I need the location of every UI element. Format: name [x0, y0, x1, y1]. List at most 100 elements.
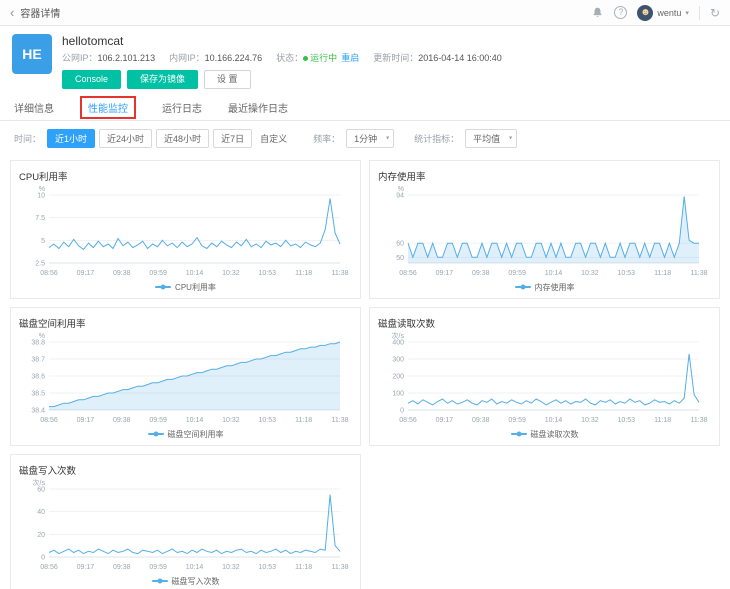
- back-icon[interactable]: ‹: [10, 6, 14, 19]
- svg-text:10:53: 10:53: [258, 417, 276, 424]
- status-dot-icon: [303, 56, 308, 61]
- svg-text:09:59: 09:59: [149, 270, 167, 277]
- chart-legend[interactable]: 磁盘空间利用率: [19, 429, 352, 440]
- help-icon[interactable]: ?: [614, 6, 627, 19]
- tab-2[interactable]: 运行日志: [162, 100, 202, 115]
- chart-legend[interactable]: 内存使用率: [378, 282, 711, 293]
- page-title: 容器详情: [20, 5, 60, 20]
- chart-legend[interactable]: 磁盘读取次数: [378, 429, 711, 440]
- svg-text:08:56: 08:56: [40, 564, 58, 571]
- svg-text:100: 100: [392, 390, 404, 397]
- svg-text:09:38: 09:38: [472, 270, 490, 277]
- chart-title: CPU利用率: [19, 169, 352, 183]
- svg-text:09:59: 09:59: [508, 417, 526, 424]
- legend-label: 磁盘读取次数: [531, 429, 579, 440]
- chart-title: 磁盘写入次数: [19, 463, 352, 477]
- chart-legend[interactable]: CPU利用率: [19, 282, 352, 293]
- updated-time: 更新时间：2016-04-14 16:00:40: [373, 51, 502, 64]
- chart-legend[interactable]: 磁盘写入次数: [19, 576, 352, 587]
- svg-text:09:38: 09:38: [113, 270, 131, 277]
- metric-label: 统计指标：: [414, 132, 459, 145]
- user-menu[interactable]: ☻ wentu ▾: [637, 5, 689, 21]
- svg-text:09:59: 09:59: [508, 270, 526, 277]
- restart-link[interactable]: 重启: [341, 53, 359, 63]
- instance-info-row: 公网IP：106.2.101.213 内网IP：10.166.224.76 状态…: [62, 51, 502, 64]
- settings-button[interactable]: 设 置: [204, 70, 251, 89]
- svg-text:10:32: 10:32: [222, 270, 240, 277]
- svg-text:7.5: 7.5: [35, 215, 45, 222]
- svg-text:10:32: 10:32: [581, 417, 599, 424]
- svg-text:38.5: 38.5: [31, 390, 45, 397]
- legend-line-icon: [152, 580, 168, 582]
- custom-range-link[interactable]: 自定义: [260, 132, 287, 145]
- svg-text:11:38: 11:38: [332, 270, 349, 277]
- svg-text:10:14: 10:14: [186, 417, 204, 424]
- legend-line-icon: [515, 286, 531, 288]
- time-range-pill-1[interactable]: 近24小时: [99, 129, 152, 148]
- tab-1[interactable]: 性能监控: [80, 96, 136, 119]
- frequency-label: 频率：: [313, 132, 340, 145]
- legend-label: 磁盘空间利用率: [168, 429, 224, 440]
- filter-bar: 时间： 近1小时近24小时近48小时近7日 自定义 频率： 1分钟▾ 统计指标：…: [0, 121, 730, 156]
- svg-text:200: 200: [392, 373, 404, 380]
- svg-text:94: 94: [396, 192, 404, 199]
- svg-text:10:53: 10:53: [617, 417, 635, 424]
- svg-text:11:38: 11:38: [691, 270, 708, 277]
- svg-text:10:14: 10:14: [545, 417, 563, 424]
- private-ip: 内网IP：10.166.224.76: [169, 51, 262, 64]
- svg-text:38.8: 38.8: [31, 339, 45, 346]
- chevron-down-icon: ▾: [509, 135, 512, 142]
- topbar: ‹ 容器详情 ? ☻ wentu ▾ ↻: [0, 0, 730, 26]
- instance-header: HE hellotomcat 公网IP：106.2.101.213 内网IP：1…: [0, 26, 730, 95]
- frequency-select[interactable]: 1分钟▾: [346, 129, 394, 148]
- save-as-image-button[interactable]: 保存为镜像: [127, 70, 198, 89]
- topbar-actions: ? ☻ wentu ▾ ↻: [591, 5, 720, 21]
- metric-select[interactable]: 平均值▾: [465, 129, 517, 148]
- instance-details: hellotomcat 公网IP：106.2.101.213 内网IP：10.1…: [62, 34, 502, 89]
- legend-label: 磁盘写入次数: [172, 576, 220, 587]
- action-buttons: Console 保存为镜像 设 置: [62, 70, 502, 89]
- divider: [699, 6, 700, 20]
- svg-text:10:53: 10:53: [258, 270, 276, 277]
- bell-icon[interactable]: [591, 6, 604, 19]
- svg-text:10:32: 10:32: [222, 417, 240, 424]
- chart-card-0: CPU利用率 2.557.510%08:5609:1709:3809:5910:…: [10, 160, 361, 299]
- chart-plot: 38.438.538.638.738.8%08:5609:1709:3809:5…: [19, 332, 352, 428]
- svg-text:09:59: 09:59: [149, 564, 167, 571]
- svg-text:09:17: 09:17: [77, 417, 95, 424]
- chart-card-1: 内存使用率 506094%08:5609:1709:3809:5910:1410…: [369, 160, 720, 299]
- svg-text:10:53: 10:53: [258, 564, 276, 571]
- svg-text:0: 0: [400, 407, 404, 414]
- refresh-icon[interactable]: ↻: [710, 7, 720, 19]
- time-range-pill-2[interactable]: 近48小时: [156, 129, 209, 148]
- console-button[interactable]: Console: [62, 70, 121, 89]
- svg-text:60: 60: [37, 486, 45, 493]
- svg-text:09:17: 09:17: [77, 270, 95, 277]
- username: wentu: [657, 8, 681, 18]
- svg-text:10:14: 10:14: [186, 270, 204, 277]
- legend-label: 内存使用率: [535, 282, 575, 293]
- status: 状态：运行中重启: [276, 51, 359, 64]
- time-range-pill-0[interactable]: 近1小时: [47, 129, 95, 148]
- instance-avatar: HE: [12, 34, 52, 74]
- tab-3[interactable]: 最近操作日志: [228, 100, 288, 115]
- tab-0[interactable]: 详细信息: [14, 100, 54, 115]
- svg-text:%: %: [398, 186, 404, 193]
- svg-text:38.6: 38.6: [31, 373, 45, 380]
- svg-text:0: 0: [41, 554, 45, 561]
- svg-text:%: %: [39, 333, 45, 340]
- legend-line-icon: [155, 286, 171, 288]
- svg-text:09:38: 09:38: [472, 417, 490, 424]
- instance-name: hellotomcat: [62, 34, 502, 48]
- time-label: 时间：: [14, 132, 41, 145]
- svg-text:10:14: 10:14: [545, 270, 563, 277]
- avatar: ☻: [637, 5, 653, 21]
- svg-text:08:56: 08:56: [40, 417, 58, 424]
- time-range-pill-3[interactable]: 近7日: [213, 129, 252, 148]
- chart-title: 磁盘读取次数: [378, 316, 711, 330]
- time-range-group: 近1小时近24小时近48小时近7日: [47, 129, 252, 148]
- svg-text:2.5: 2.5: [35, 260, 45, 267]
- legend-label: CPU利用率: [175, 282, 216, 293]
- svg-text:11:18: 11:18: [654, 270, 671, 277]
- svg-text:11:38: 11:38: [691, 417, 708, 424]
